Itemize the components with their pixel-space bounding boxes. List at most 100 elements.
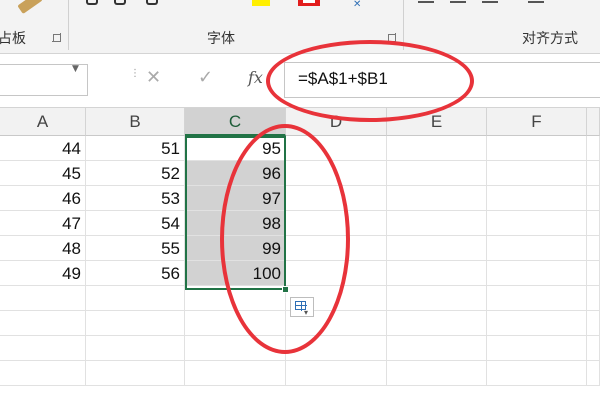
cell-a6[interactable]: 49 (0, 261, 86, 286)
ribbon-divider (403, 0, 404, 50)
column-header-d[interactable]: D (286, 108, 387, 136)
cell-f4[interactable] (487, 211, 587, 236)
cell-f10[interactable] (487, 361, 587, 386)
cell-f6[interactable] (487, 261, 587, 286)
cell-a7[interactable] (0, 286, 86, 311)
clear-format-icon[interactable]: ✕ (353, 0, 361, 10)
cell-g2[interactable] (587, 161, 600, 186)
cell-g7[interactable] (587, 286, 600, 311)
cell-f8[interactable] (487, 311, 587, 336)
bold-button[interactable] (86, 0, 98, 5)
font-launcher-icon[interactable] (387, 33, 396, 42)
cell-a4[interactable]: 47 (0, 211, 86, 236)
cell-d3[interactable] (286, 186, 387, 211)
cell-b10[interactable] (86, 361, 185, 386)
cell-f7[interactable] (487, 286, 587, 311)
align-bottom-icon[interactable] (482, 1, 498, 3)
cell-c6[interactable]: 100 (185, 261, 286, 286)
font-color-button[interactable] (298, 0, 320, 6)
cell-d1[interactable] (286, 136, 387, 161)
cell-a5[interactable]: 48 (0, 236, 86, 261)
cell-c9[interactable] (185, 336, 286, 361)
cell-f1[interactable] (487, 136, 587, 161)
cell-c7[interactable] (185, 286, 286, 311)
cell-d6[interactable] (286, 261, 387, 286)
cell-a10[interactable] (0, 361, 86, 386)
column-header-e[interactable]: E (387, 108, 487, 136)
cell-d5[interactable] (286, 236, 387, 261)
orientation-icon[interactable] (528, 1, 544, 3)
cell-a3[interactable]: 46 (0, 186, 86, 211)
cell-e3[interactable] (387, 186, 487, 211)
cell-e10[interactable] (387, 361, 487, 386)
cell-g6[interactable] (587, 261, 600, 286)
fill-handle[interactable] (282, 286, 289, 293)
cell-d2[interactable] (286, 161, 387, 186)
cell-c4[interactable]: 98 (185, 211, 286, 236)
cell-d9[interactable] (286, 336, 387, 361)
cell-b9[interactable] (86, 336, 185, 361)
cell-e9[interactable] (387, 336, 487, 361)
cell-e4[interactable] (387, 211, 487, 236)
column-header-next[interactable] (587, 108, 600, 136)
align-top-icon[interactable] (418, 1, 434, 3)
cell-f2[interactable] (487, 161, 587, 186)
column-header-f[interactable]: F (487, 108, 587, 136)
cell-b5[interactable]: 55 (86, 236, 185, 261)
column-header-a[interactable]: A (0, 108, 86, 136)
cell-c10[interactable] (185, 361, 286, 386)
quick-analysis-button[interactable]: ▾ (290, 297, 314, 317)
cell-g5[interactable] (587, 236, 600, 261)
cell-f3[interactable] (487, 186, 587, 211)
italic-button[interactable] (114, 0, 126, 5)
cell-c8[interactable] (185, 311, 286, 336)
cell-d4[interactable] (286, 211, 387, 236)
group-label-font: 字体 (207, 31, 235, 47)
cell-f9[interactable] (487, 336, 587, 361)
cell-c1[interactable]: 95 (185, 136, 286, 161)
cell-b2[interactable]: 52 (86, 161, 185, 186)
column-header-b[interactable]: B (86, 108, 185, 136)
chevron-down-icon: ▾ (304, 308, 309, 317)
group-label-clipboard: 占板 (0, 31, 26, 47)
cell-a8[interactable] (0, 311, 86, 336)
cell-b6[interactable]: 56 (86, 261, 185, 286)
cell-c5[interactable]: 99 (185, 236, 286, 261)
cell-g1[interactable] (587, 136, 600, 161)
formula-bar: ▼ ⋮ ✕ ✓ fx =$A$1+$B1 (0, 54, 600, 108)
clipboard-launcher-icon[interactable] (52, 33, 61, 42)
cell-g8[interactable] (587, 311, 600, 336)
cell-g10[interactable] (587, 361, 600, 386)
cell-b1[interactable]: 51 (86, 136, 185, 161)
column-header-c[interactable]: C (185, 108, 286, 136)
cell-b3[interactable]: 53 (86, 186, 185, 211)
cell-g4[interactable] (587, 211, 600, 236)
cell-e5[interactable] (387, 236, 487, 261)
cell-e6[interactable] (387, 261, 487, 286)
drag-handle-icon[interactable]: ⋮ (130, 69, 140, 92)
align-middle-icon[interactable] (450, 1, 466, 3)
chevron-down-icon[interactable]: ▼ (72, 64, 79, 74)
cell-e1[interactable] (387, 136, 487, 161)
insert-function-button[interactable]: fx (248, 68, 263, 87)
cell-b7[interactable] (86, 286, 185, 311)
cell-d10[interactable] (286, 361, 387, 386)
cell-a1[interactable]: 44 (0, 136, 86, 161)
cell-b8[interactable] (86, 311, 185, 336)
cell-c2[interactable]: 96 (185, 161, 286, 186)
highlight-color-button[interactable] (252, 0, 270, 6)
cell-e7[interactable] (387, 286, 487, 311)
format-painter-icon[interactable] (17, 0, 43, 14)
cell-c3[interactable]: 97 (185, 186, 286, 211)
cell-f5[interactable] (487, 236, 587, 261)
cell-g9[interactable] (587, 336, 600, 361)
cell-a9[interactable] (0, 336, 86, 361)
cell-e8[interactable] (387, 311, 487, 336)
underline-button[interactable] (146, 0, 158, 5)
cell-a2[interactable]: 45 (0, 161, 86, 186)
cell-e2[interactable] (387, 161, 487, 186)
cancel-icon[interactable]: ✕ (146, 67, 161, 88)
cell-g3[interactable] (587, 186, 600, 211)
enter-icon[interactable]: ✓ (198, 67, 213, 88)
cell-b4[interactable]: 54 (86, 211, 185, 236)
